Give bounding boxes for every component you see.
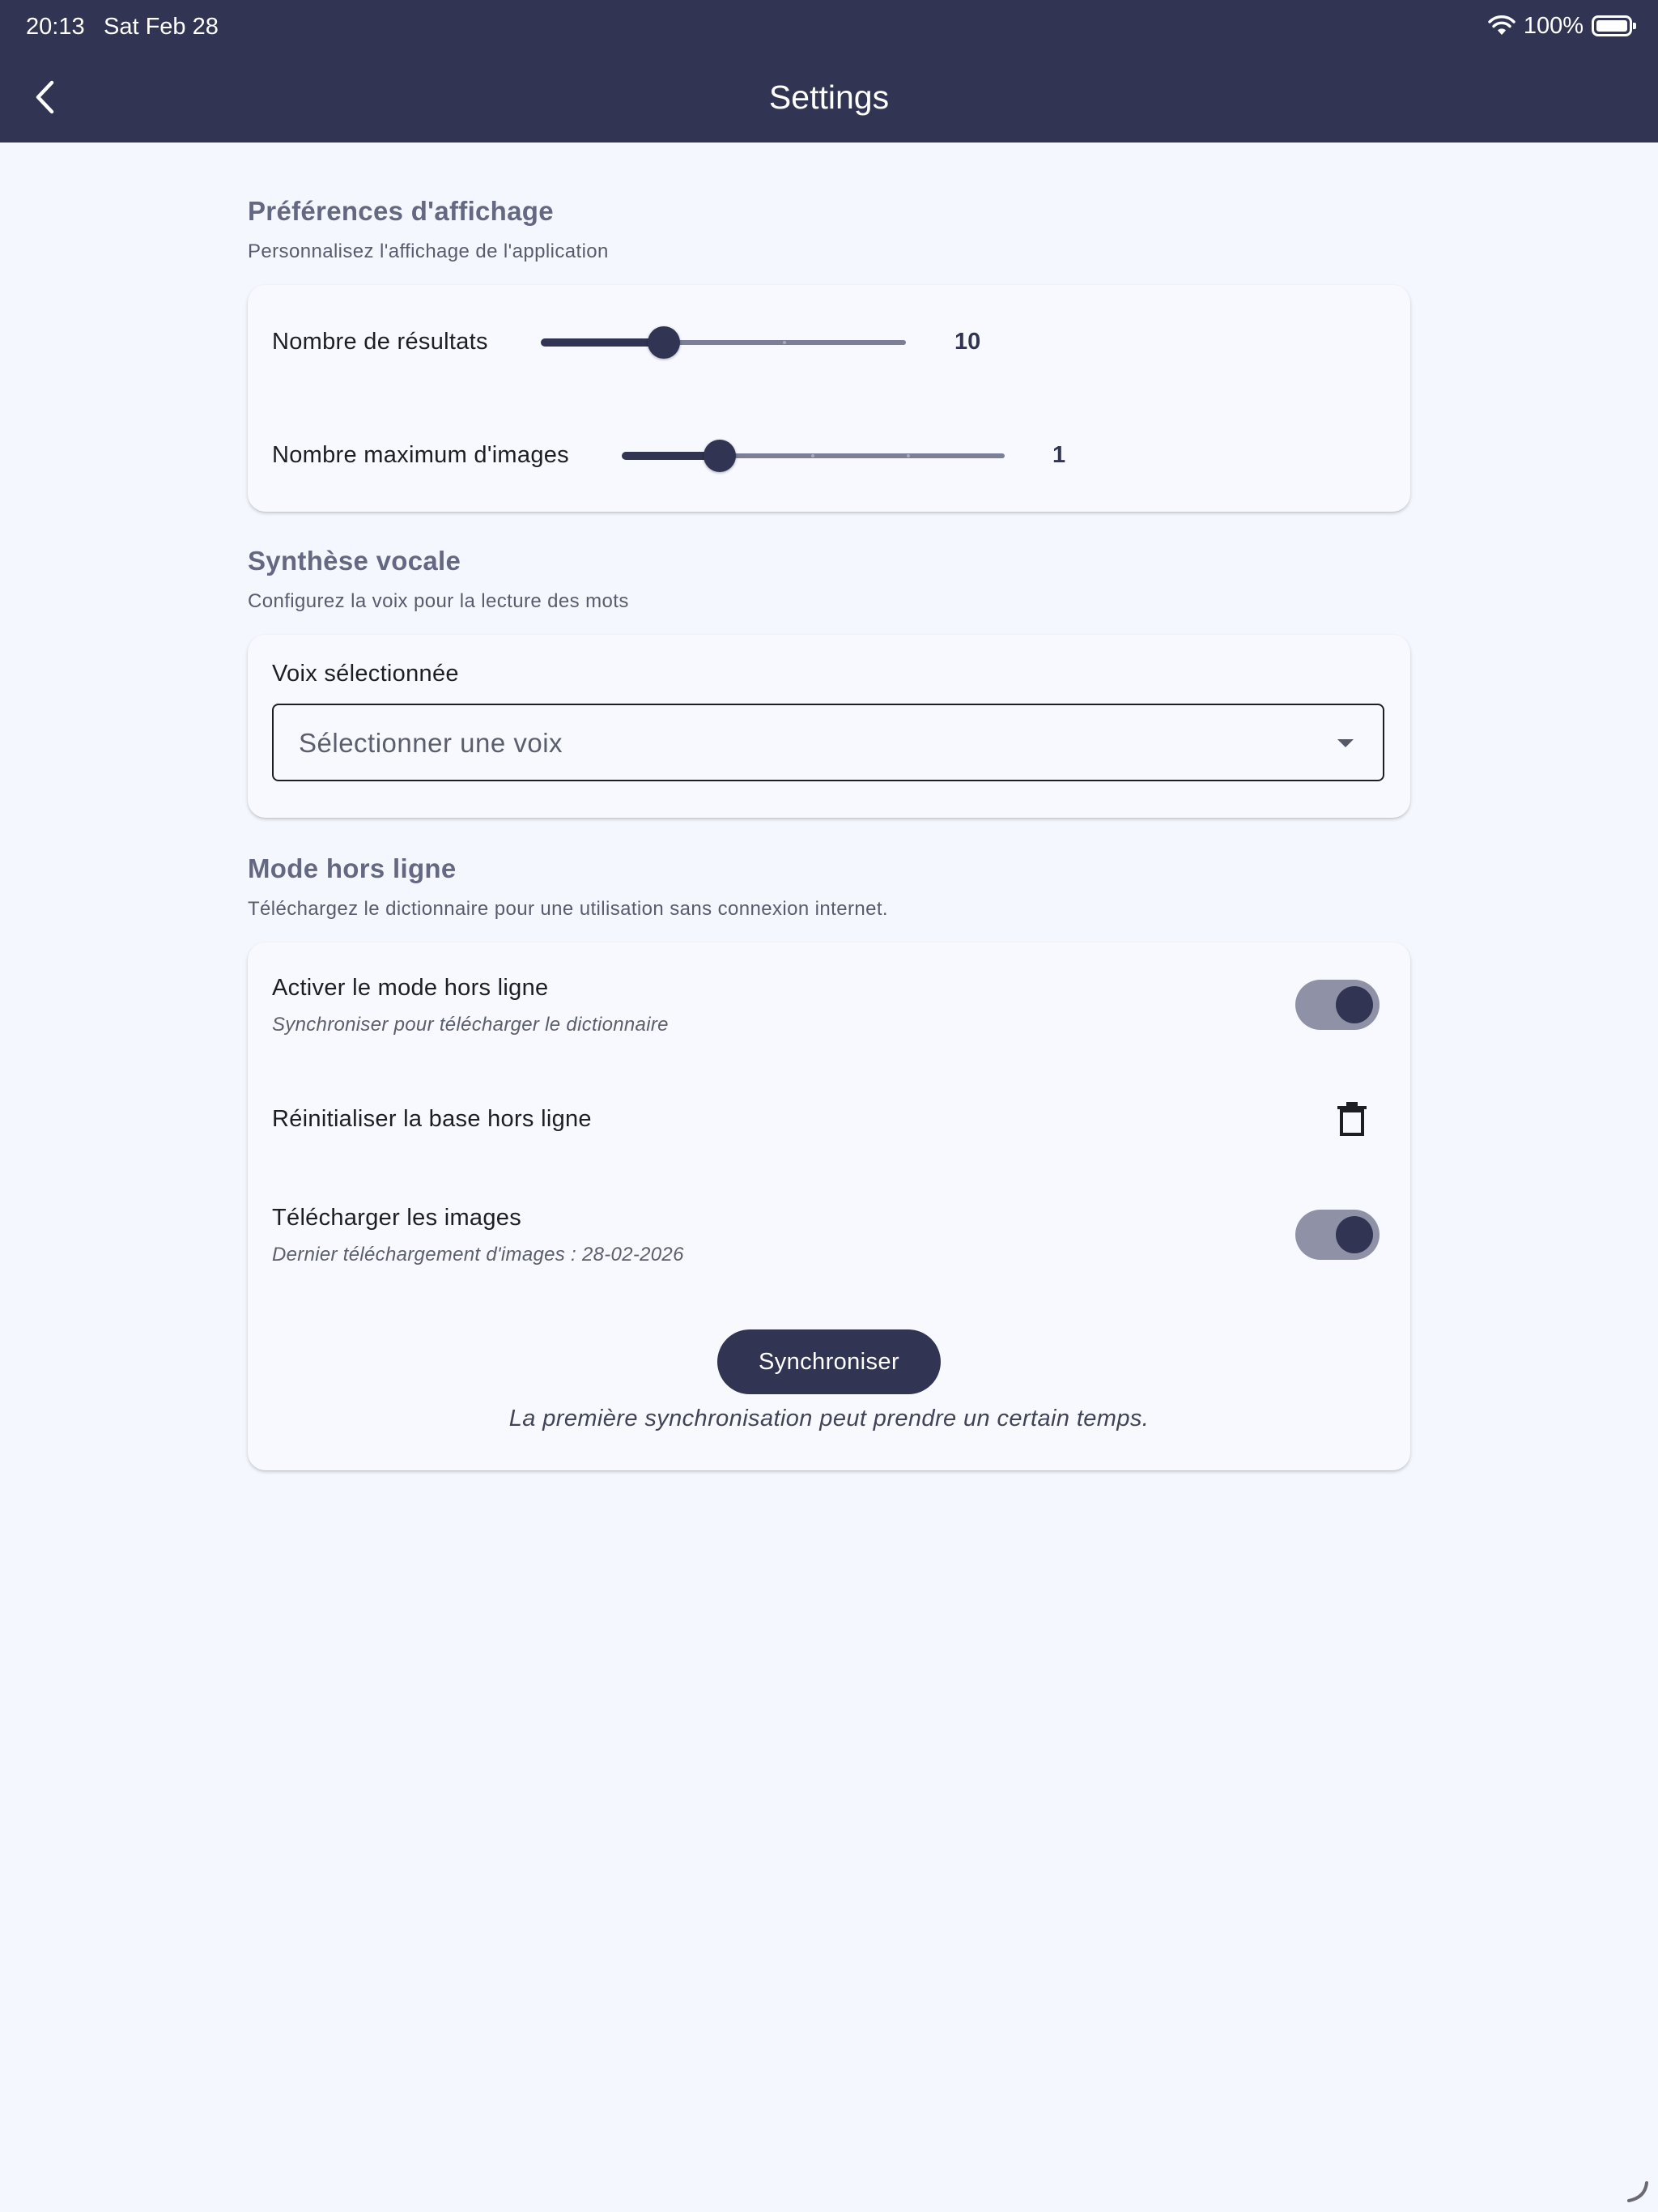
toggle-knob [1336, 986, 1373, 1023]
results-count-slider-thumb[interactable] [648, 326, 680, 359]
reset-offline-label: Réinitialiser la base hors ligne [272, 1106, 592, 1132]
dropdown-arrow-icon [1337, 739, 1354, 747]
download-images-sublabel: Dernier téléchargement d'images : 28-02-… [272, 1244, 684, 1266]
battery-icon [1592, 15, 1636, 36]
toggle-knob [1336, 1216, 1373, 1253]
voice-select-placeholder: Sélectionner une voix [299, 728, 563, 758]
display-prefs-card: Nombre de résultats 10 Nombre maximum d'… [248, 285, 1410, 512]
display-prefs-title: Préférences d'affichage [248, 196, 554, 226]
max-images-slider-thumb[interactable] [704, 440, 736, 472]
battery-percentage: 100% [1523, 12, 1584, 39]
enable-offline-label: Activer le mode hors ligne [272, 975, 549, 1001]
status-time: 20:13 [26, 14, 85, 40]
offline-section-title: Mode hors ligne [248, 853, 457, 883]
voice-card: Voix sélectionnée Sélectionner une voix [248, 635, 1410, 818]
enable-offline-sublabel: Synchroniser pour télécharger le diction… [272, 1014, 669, 1036]
enable-offline-toggle[interactable] [1295, 980, 1380, 1030]
results-count-value: 10 [954, 329, 981, 355]
page-title: Settings [768, 79, 890, 116]
offline-section-subtitle: Téléchargez le dictionnaire pour une uti… [248, 898, 889, 920]
download-images-label: Télécharger les images [272, 1205, 522, 1231]
max-images-label: Nombre maximum d'images [272, 442, 569, 468]
display-prefs-subtitle: Personnalisez l'affichage de l'applicati… [248, 240, 609, 262]
sync-button[interactable]: Synchroniser [717, 1329, 941, 1394]
results-count-slider[interactable] [536, 324, 1151, 361]
max-images-slider[interactable] [617, 437, 1232, 474]
wifi-icon [1488, 15, 1516, 35]
voice-section-subtitle: Configurez la voix pour la lecture des m… [248, 590, 629, 612]
voice-selected-label: Voix sélectionnée [272, 661, 459, 687]
download-images-toggle[interactable] [1295, 1210, 1380, 1260]
status-indicators: 100% [1488, 11, 1636, 40]
app-bar: 20:13 Sat Feb 28 100% Settings [0, 0, 1658, 143]
resize-handle-icon [1627, 2181, 1648, 2202]
results-count-label: Nombre de résultats [272, 329, 488, 355]
offline-card: Activer le mode hors ligne Synchroniser … [248, 942, 1410, 1470]
status-date: Sat Feb 28 [104, 14, 219, 40]
sync-note: La première synchronisation peut prendre… [508, 1406, 1150, 1431]
trash-icon[interactable] [1336, 1101, 1368, 1137]
voice-select[interactable]: Sélectionner une voix [272, 704, 1384, 781]
voice-section-title: Synthèse vocale [248, 546, 461, 576]
max-images-value: 1 [1052, 442, 1066, 468]
